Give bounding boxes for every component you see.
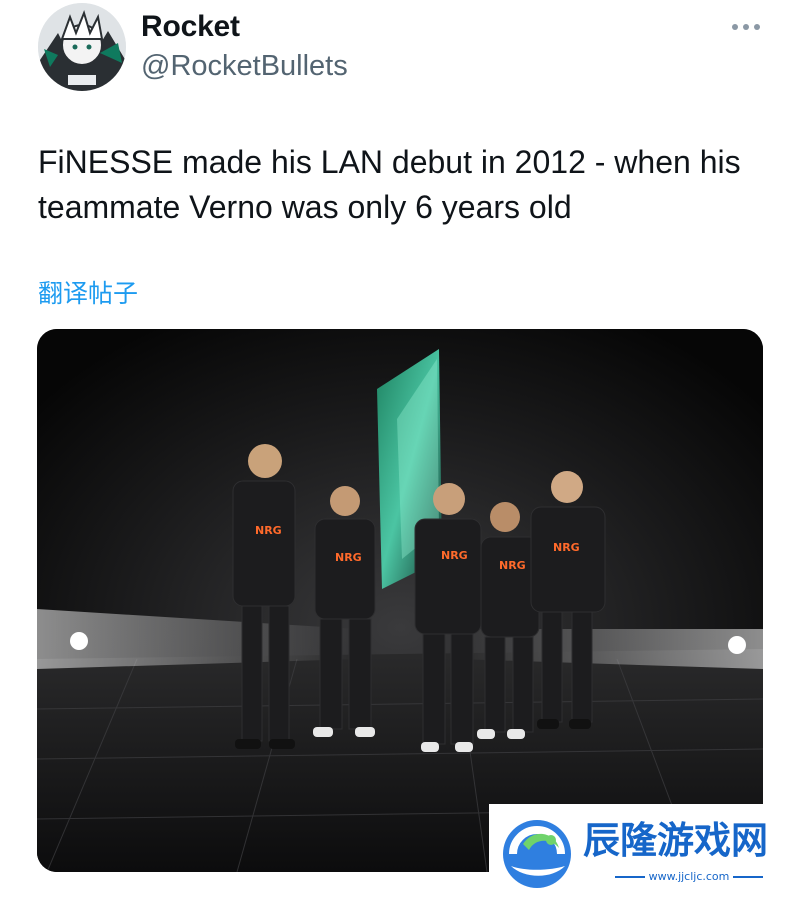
display-name[interactable]: Rocket <box>141 8 240 46</box>
jersey-logo: NRG <box>335 551 362 564</box>
avatar[interactable] <box>38 3 126 91</box>
tweet-photo[interactable]: NRG NRG NRG NRG NRG <box>37 329 763 872</box>
tweet-text-line: teammate Verno was only 6 years old <box>38 189 572 225</box>
tweet-card: Rocket @RocketBullets FiNESSE made his L… <box>0 0 800 902</box>
jersey-logo: NRG <box>553 541 580 554</box>
watermark-logo-icon <box>503 820 571 888</box>
translate-post-link[interactable]: 翻译帖子 <box>38 278 138 310</box>
watermark-url-text: www.jjcljc.com <box>648 870 730 883</box>
more-options-button[interactable] <box>724 10 768 44</box>
tweet-text-line: FiNESSE made his LAN debut in 2012 - whe… <box>38 144 741 180</box>
tweet-text: FiNESSE made his LAN debut in 2012 - whe… <box>38 140 778 230</box>
watermark-title: 辰隆游戏网 <box>583 819 768 862</box>
watermark-url: www.jjcljc.com <box>589 870 789 884</box>
jersey-logo: NRG <box>441 549 468 562</box>
more-horizontal-icon <box>732 24 760 30</box>
jersey-logo: NRG <box>499 559 526 572</box>
user-handle[interactable]: @RocketBullets <box>141 47 348 85</box>
site-watermark: 辰隆游戏网 www.jjcljc.com <box>489 804 800 902</box>
jersey-logo: NRG <box>255 524 282 537</box>
